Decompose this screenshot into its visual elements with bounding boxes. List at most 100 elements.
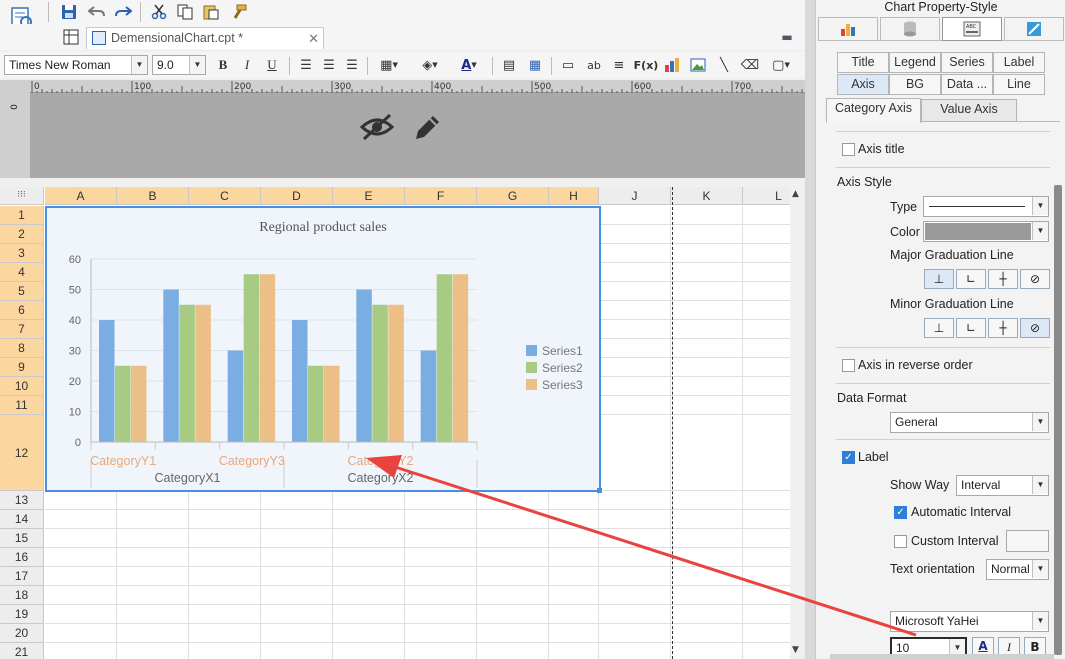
row-header-14[interactable]: 14	[0, 510, 44, 529]
select-all-corner[interactable]: ⁝⁝⁝	[0, 187, 44, 205]
panel-scrollbar[interactable]	[1054, 185, 1062, 655]
label-icon[interactable]: ab	[583, 55, 605, 75]
row-header-6[interactable]: 6	[0, 301, 44, 320]
style-tab-legend[interactable]: Legend	[889, 52, 941, 73]
italic-icon[interactable]: I	[237, 55, 257, 75]
axis-line-type-select[interactable]: ▼	[923, 196, 1049, 217]
redo-icon[interactable]	[112, 2, 134, 22]
row-header-11[interactable]: 11	[0, 396, 44, 415]
automatic-interval-checkbox[interactable]: ✓	[894, 506, 907, 519]
image-icon[interactable]	[688, 55, 708, 75]
custom-interval-checkbox[interactable]	[894, 535, 907, 548]
border-icon[interactable]: ▦ ▼	[374, 55, 404, 75]
label-font-select[interactable]: Microsoft YaHei ▼	[890, 611, 1049, 632]
format-painter-icon[interactable]	[228, 2, 250, 22]
text-orientation-select[interactable]: Normal ▼	[986, 559, 1049, 580]
row-header-12[interactable]: 12	[0, 415, 44, 491]
row-header-8[interactable]: 8	[0, 339, 44, 358]
column-header-f[interactable]: F	[405, 187, 477, 205]
row-header-21[interactable]: 21	[0, 643, 44, 659]
menu-icon[interactable]: ▬	[778, 29, 796, 45]
column-header-l[interactable]: L	[743, 187, 790, 205]
scroll-up-icon[interactable]: ▲	[792, 189, 799, 199]
chart-icon[interactable]	[662, 55, 682, 75]
widget-icon[interactable]: ▢ ▼	[766, 55, 796, 75]
row-header-9[interactable]: 9	[0, 358, 44, 377]
column-header-b[interactable]: B	[117, 187, 189, 205]
column-header-e[interactable]: E	[333, 187, 405, 205]
label-checkbox[interactable]: ✓	[842, 451, 855, 464]
insert-row-col-icon[interactable]	[60, 27, 82, 47]
style-tab-series[interactable]: Series	[941, 52, 993, 73]
column-header-k[interactable]: K	[671, 187, 743, 205]
underline-icon[interactable]: U	[262, 55, 282, 75]
row-header-5[interactable]: 5	[0, 282, 44, 301]
row-header-7[interactable]: 7	[0, 320, 44, 339]
scroll-down-icon[interactable]: ▼	[792, 645, 799, 655]
row-header-16[interactable]: 16	[0, 548, 44, 567]
data-format-select[interactable]: General ▼	[890, 412, 1049, 433]
data-tab-icon[interactable]	[880, 17, 940, 41]
chart-type-tab-icon[interactable]	[818, 17, 878, 41]
row-header-10[interactable]: 10	[0, 377, 44, 396]
row-header-15[interactable]: 15	[0, 529, 44, 548]
major-tick-cross-button[interactable]: ┼	[988, 269, 1018, 289]
style-tab-label[interactable]: Label	[993, 52, 1045, 73]
resize-handle[interactable]	[597, 488, 602, 493]
row-header-13[interactable]: 13	[0, 491, 44, 510]
merge-cells-icon[interactable]: ▤	[499, 55, 519, 75]
align-center-icon[interactable]: ☰	[319, 55, 339, 75]
column-header-g[interactable]: G	[477, 187, 549, 205]
formula-icon[interactable]: F(x)	[634, 55, 659, 75]
slash-icon[interactable]: ╲	[714, 55, 734, 75]
style-tab-title[interactable]: Title	[837, 52, 889, 73]
panel-splitter[interactable]	[805, 0, 815, 659]
close-tab-icon[interactable]: ✕	[308, 28, 319, 49]
tab-value-axis[interactable]: Value Axis	[921, 99, 1017, 122]
column-header-a[interactable]: A	[45, 187, 117, 205]
font-size-select[interactable]: 9.0 ▼	[152, 55, 206, 75]
effects-tab-icon[interactable]	[1004, 17, 1064, 41]
row-header-18[interactable]: 18	[0, 586, 44, 605]
major-tick-inside-button[interactable]: ⊥	[924, 269, 954, 289]
document-tab[interactable]: DemensionalChart.cpt * ✕	[86, 27, 324, 49]
row-header-4[interactable]: 4	[0, 263, 44, 282]
major-tick-outside-button[interactable]: ∟	[956, 269, 986, 289]
save-icon[interactable]	[58, 2, 80, 22]
style-tab-axis[interactable]: Axis	[837, 74, 889, 95]
axis-title-checkbox[interactable]	[842, 143, 855, 156]
column-header-c[interactable]: C	[189, 187, 261, 205]
style-tab-line[interactable]: Line	[993, 74, 1045, 95]
paragraph-icon[interactable]: ≡	[609, 55, 629, 75]
text-field-icon[interactable]: ▭	[558, 55, 578, 75]
column-header-h[interactable]: H	[549, 187, 599, 205]
axis-color-select[interactable]: ▼	[923, 221, 1049, 242]
vertical-scrollbar[interactable]: ▲ ▼	[790, 187, 805, 659]
align-right-icon[interactable]: ☰	[342, 55, 362, 75]
row-header-2[interactable]: 2	[0, 225, 44, 244]
custom-interval-input[interactable]	[1006, 530, 1049, 552]
minor-tick-inside-button[interactable]: ⊥	[924, 318, 954, 338]
style-tab-bg[interactable]: BG	[889, 74, 941, 95]
reverse-order-checkbox[interactable]	[842, 359, 855, 372]
column-header-d[interactable]: D	[261, 187, 333, 205]
hide-icon[interactable]	[359, 111, 395, 143]
major-tick-none-button[interactable]: ⊘	[1020, 269, 1050, 289]
font-color-icon[interactable]: A ▼	[452, 55, 486, 75]
cut-icon[interactable]	[148, 2, 170, 22]
undo-icon[interactable]	[86, 2, 108, 22]
paste-icon[interactable]	[200, 2, 222, 22]
row-header-20[interactable]: 20	[0, 624, 44, 643]
eraser-icon[interactable]: ⌫	[740, 55, 760, 75]
chart-container[interactable]: Regional product sales 0 10 20 30 40 50 60 Cate…	[45, 206, 602, 493]
row-header-1[interactable]: 1	[0, 206, 44, 225]
style-tab-icon[interactable]: ABC	[942, 17, 1002, 41]
copy-icon[interactable]	[174, 2, 196, 22]
edit-icon[interactable]	[412, 111, 442, 143]
font-name-select[interactable]: Times New Roman ▼	[4, 55, 148, 75]
show-way-select[interactable]: Interval ▼	[956, 475, 1049, 496]
row-header-3[interactable]: 3	[0, 244, 44, 263]
minor-tick-cross-button[interactable]: ┼	[988, 318, 1018, 338]
row-header-17[interactable]: 17	[0, 567, 44, 586]
style-tab-data[interactable]: Data ...	[941, 74, 993, 95]
